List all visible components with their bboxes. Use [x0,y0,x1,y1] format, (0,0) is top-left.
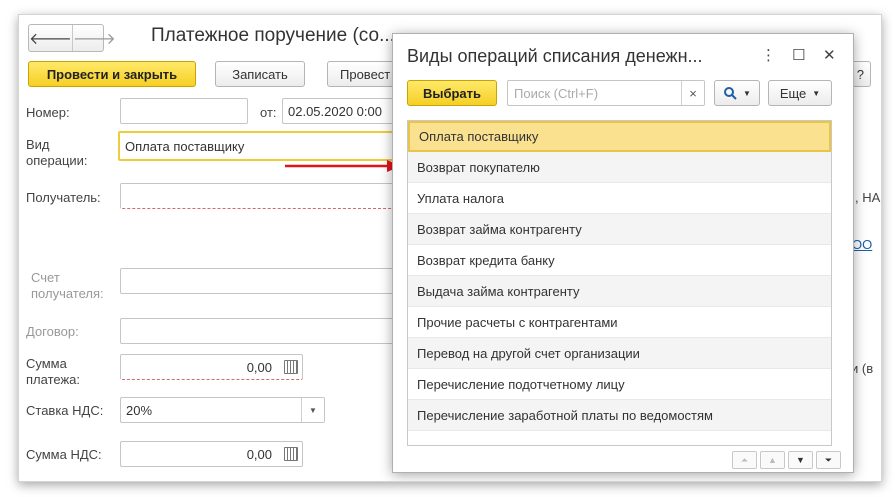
operation-type-label: Вид операции: [26,137,88,168]
clear-search-icon[interactable]: × [681,81,704,105]
contract-label: Договор: [26,324,79,339]
contract-input[interactable] [120,318,410,344]
amount-info-fragment: и (в [851,361,874,376]
list-item[interactable]: Перевод на другой счет организации [408,338,831,369]
back-arrow-icon[interactable]: 🡐 [29,25,72,51]
list-item[interactable]: Возврат займа контрагенту [408,214,831,245]
post-button[interactable]: Провест [327,61,397,87]
vat-rate-label: Ставка НДС: [26,403,104,418]
recipient-input[interactable] [120,183,410,209]
scroll-down-icon[interactable]: ▼ [788,451,813,469]
close-icon[interactable]: ✕ [823,46,836,64]
list-item[interactable]: Оплата поставщику [408,121,831,152]
number-input[interactable] [120,98,248,124]
payment-amount-label: Сумма платежа: [26,356,80,387]
list-item[interactable]: Перечисление подотчетному лицу [408,369,831,400]
annotation-arrow-icon [285,160,401,172]
list-item[interactable]: Выдача займа контрагенту [408,276,831,307]
list-item[interactable]: Уплата налога [408,183,831,214]
list-item[interactable]: Возврат покупателю [408,152,831,183]
search-icon [724,87,737,100]
search-options-button[interactable]: ▼ [714,80,760,106]
chevron-down-icon: ▼ [812,88,821,98]
operation-types-list: Оплата поставщику Возврат покупателю Уплат… [407,120,832,446]
vat-amount-value: 0,00 [246,446,272,462]
list-item[interactable]: Перечисление заработной платы по ведомос… [408,400,831,431]
date-label: от: [260,105,277,120]
scroll-top-icon[interactable]: ⏶ [732,451,757,469]
calculator-icon[interactable] [284,447,298,461]
recipient-label: Получатель: [26,190,101,205]
dialog-title: Виды операций списания денежн... [407,46,703,66]
list-item[interactable]: Прочие расчеты с контрагентами [408,307,831,338]
payment-amount-value: 0,00 [246,359,272,375]
save-button[interactable]: Записать [215,61,305,87]
chevron-down-icon: ▼ [743,88,751,98]
date-input[interactable]: 02.05.2020 0:00 [282,98,402,124]
forward-arrow-icon[interactable]: 🡒 [71,25,116,51]
payment-amount-input[interactable]: 0,00 [120,354,303,380]
chevron-down-icon[interactable]: ▼ [301,398,324,422]
link-fragment[interactable]: ОО [852,237,872,252]
search-placeholder: Поиск (Ctrl+F) [514,85,599,101]
vat-amount-input[interactable]: 0,00 [120,441,303,467]
maximize-icon[interactable]: ☐ [792,46,805,64]
list-item[interactable]: Возврат кредита банку [408,245,831,276]
recipient-account-label: Счет получателя: [31,270,104,301]
list-scroll-buttons: ⏶ ▲ ▼ ⏷ [732,451,841,469]
calculator-icon[interactable] [284,360,298,374]
window-frame: 🡐 🡒 Платежное поручение (со... Провести … [18,14,882,482]
form-title: Платежное поручение (со... [151,25,395,46]
more-options-icon[interactable]: ⋮ [761,46,776,64]
number-label: Номер: [26,105,70,120]
more-button[interactable]: Еще ▼ [768,80,832,106]
search-input[interactable]: Поиск (Ctrl+F) × [507,80,705,106]
scroll-up-icon[interactable]: ▲ [760,451,785,469]
recipient-account-input[interactable] [120,268,410,294]
operation-types-dialog: Виды операций списания денежн... ⋮ ☐ ✕ В… [392,33,854,473]
operation-type-input[interactable]: Оплата поставщику [118,131,408,161]
vat-amount-label: Сумма НДС: [26,447,102,462]
recipient-info-fragment: , НА [855,190,881,205]
scroll-bottom-icon[interactable]: ⏷ [816,451,841,469]
more-button-label: Еще [779,85,807,101]
select-button[interactable]: Выбрать [407,80,497,106]
post-and-close-button[interactable]: Провести и закрыть [28,61,196,87]
nav-buttons: 🡐 🡒 [28,24,116,52]
vat-rate-value: 20% [126,402,153,418]
vat-rate-select[interactable]: 20% ▼ [120,397,325,423]
